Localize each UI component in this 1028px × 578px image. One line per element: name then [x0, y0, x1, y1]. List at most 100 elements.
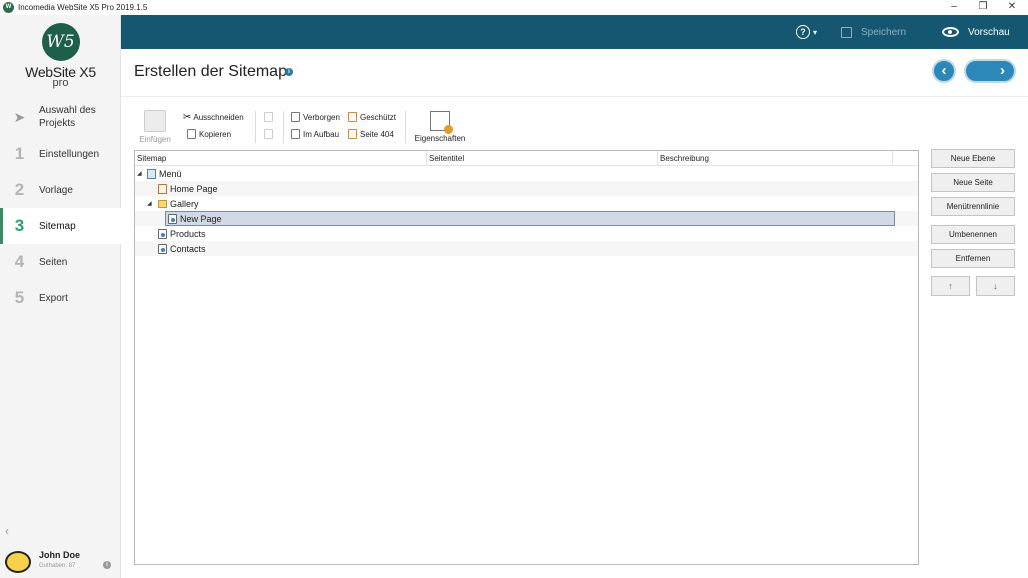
scissors-icon: ✂ [183, 112, 192, 123]
indent-left-button[interactable] [264, 112, 276, 122]
properties-button[interactable]: Eigenschaften [414, 111, 466, 143]
sidebar: W5 WebSite X5 pro ➤ Auswahl des Projekts… [0, 15, 121, 578]
user-panel: John Doe Guthaben: 87 i [0, 546, 121, 578]
nav-item-label: Auswahl des Projekts [39, 105, 96, 129]
expand-toggle-icon[interactable]: ◢ [137, 170, 142, 177]
nav-item-export[interactable]: 5 Export [0, 280, 121, 316]
column-header-description[interactable]: Beschreibung [658, 151, 893, 166]
hidden-label: Verborgen [303, 112, 340, 122]
app-icon: W [3, 2, 14, 13]
remove-button[interactable]: Entfernen [931, 249, 1015, 268]
under-construction-toggle[interactable]: Im Aufbau [291, 129, 339, 139]
paste-button[interactable]: Einfügen [138, 110, 172, 144]
move-up-button[interactable]: ↑ [931, 276, 970, 296]
restore-button[interactable]: ❐ [969, 0, 997, 15]
sitemap-tree[interactable]: Sitemap Seitentitel Beschreibung ◢ Menü … [134, 150, 919, 565]
back-button[interactable]: ‹ [932, 59, 956, 83]
protected-toggle[interactable]: Geschützt [348, 112, 396, 122]
tree-row-label: New Page [180, 213, 222, 224]
nav-item-number: 5 [14, 288, 25, 307]
user-credit: Guthaben: 87 [39, 563, 76, 569]
top-bar: ? ▾ Speichern Vorschau [121, 15, 1028, 49]
cut-button[interactable]: ✂ Ausschneiden [183, 112, 244, 123]
construction-page-icon [291, 129, 300, 139]
menu-separator-button[interactable]: Menütrennlinie [931, 197, 1015, 216]
next-button[interactable]: › [964, 59, 1016, 83]
tree-row-label: Contacts [170, 243, 206, 254]
eye-icon [942, 27, 959, 37]
tree-row-products[interactable]: Products [135, 226, 918, 241]
cut-label: Ausschneiden [193, 113, 244, 122]
logo: W5 WebSite X5 pro [0, 23, 121, 89]
menu-icon [147, 168, 156, 179]
preview-button[interactable]: Vorschau [942, 15, 1010, 49]
new-page-button[interactable]: Neue Seite [931, 173, 1015, 192]
collapse-sidebar-icon[interactable]: ‹ [5, 524, 9, 538]
title-divider [121, 96, 1028, 97]
page-icon [168, 213, 177, 224]
column-header-page-title[interactable]: Seitentitel [427, 151, 658, 166]
nav-item-label: Einstellungen [39, 148, 100, 160]
window-title-bar: W Incomedia WebSite X5 Pro 2019.1.5 [0, 0, 1028, 15]
copy-icon [187, 129, 196, 139]
error-page-icon [348, 129, 357, 139]
toolbar-divider [255, 111, 256, 143]
tree-row-gallery[interactable]: ◢ Gallery [135, 196, 918, 211]
info-icon[interactable]: i [103, 561, 111, 569]
paste-label: Einfügen [139, 135, 171, 144]
tree-row-label: Home Page [170, 183, 218, 194]
selection-highlight [165, 211, 895, 226]
toolbar-divider [405, 111, 406, 143]
nav-item-number: 1 [14, 144, 25, 163]
close-button[interactable]: ✕ [998, 0, 1026, 15]
indent-right-button[interactable] [264, 129, 276, 139]
help-icon: ? [796, 25, 810, 39]
tree-row-contacts[interactable]: Contacts [135, 241, 918, 256]
nav-item-label: Sitemap [39, 220, 76, 232]
move-down-button[interactable]: ↓ [976, 276, 1015, 296]
home-icon [158, 183, 167, 194]
save-button[interactable]: Speichern [841, 15, 906, 49]
protected-label: Geschützt [360, 112, 397, 122]
tree-row-menu[interactable]: ◢ Menü [135, 166, 918, 181]
nav-item-pages[interactable]: 4 Seiten [0, 244, 121, 280]
nav-item-project-selection[interactable]: ➤ Auswahl des Projekts [0, 98, 121, 136]
tree-header: Sitemap Seitentitel Beschreibung [135, 151, 918, 166]
save-label: Speichern [861, 26, 907, 38]
page404-label: Seite 404 [360, 129, 394, 139]
nav-item-number: 2 [14, 180, 25, 199]
column-header-sitemap[interactable]: Sitemap [135, 151, 427, 166]
title-info-icon[interactable]: i [285, 68, 293, 76]
folder-icon [158, 199, 167, 208]
nav-item-number: 3 [14, 216, 25, 235]
nav-item-label: Vorlage [39, 184, 73, 196]
rocket-icon: ➤ [13, 108, 26, 125]
help-menu-button[interactable]: ? ▾ [796, 15, 817, 49]
rename-button[interactable]: Umbenennen [931, 225, 1015, 244]
tree-row-label: Gallery [170, 198, 199, 209]
copy-button[interactable]: Kopieren [187, 129, 231, 139]
tree-row-new-page[interactable]: New Page [135, 211, 918, 226]
avatar[interactable] [5, 551, 31, 573]
minimize-button[interactable]: – [940, 0, 968, 15]
new-level-button[interactable]: Neue Ebene [931, 149, 1015, 168]
properties-icon [430, 111, 453, 134]
tree-row-home[interactable]: Home Page [135, 181, 918, 196]
nav-item-sitemap[interactable]: 3 Sitemap [0, 208, 121, 244]
user-name: John Doe [39, 550, 81, 560]
nav-item-template[interactable]: 2 Vorlage [0, 172, 121, 208]
page404-toggle[interactable]: Seite 404 [348, 129, 394, 139]
indent-icon [264, 112, 273, 122]
page-icon [158, 228, 167, 239]
nav-item-label: Export [39, 292, 68, 304]
preview-label: Vorschau [968, 26, 1010, 38]
nav-item-number: 4 [14, 252, 25, 271]
nav-item-label: Seiten [39, 256, 68, 268]
nav-item-settings[interactable]: 1 Einstellungen [0, 136, 121, 172]
lock-page-icon [348, 112, 357, 122]
expand-toggle-icon[interactable]: ◢ [147, 200, 152, 207]
window-title: Incomedia WebSite X5 Pro 2019.1.5 [18, 3, 148, 12]
page-title: Erstellen der Sitemap [134, 63, 287, 80]
outdent-icon [264, 129, 273, 139]
hidden-toggle[interactable]: Verborgen [291, 112, 340, 122]
